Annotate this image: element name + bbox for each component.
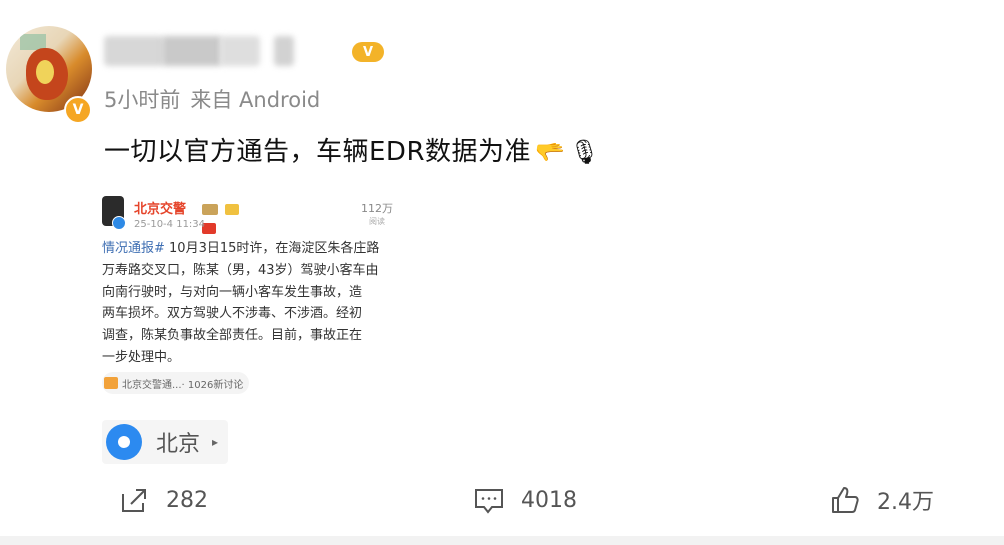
embedded-line: 一步处理中。: [102, 347, 402, 369]
comment-icon: [473, 486, 505, 514]
post-body: 一切以官方通告，车辆EDR数据为准: [104, 137, 532, 167]
embedded-line: 向南行驶时，与对向一辆小客车发生事故，造: [102, 282, 402, 304]
location-tag[interactable]: 北京 ▸: [102, 420, 229, 464]
post-text: 一切以官方通告，车辆EDR数据为准 🫳 🎙: [104, 131, 600, 168]
like-button[interactable]: 2.4万: [829, 484, 934, 516]
avatar-container[interactable]: V: [6, 26, 92, 124]
embedded-topic-footer: 北京交警通... · 1026新讨论: [102, 372, 250, 394]
embedded-line: 两车损坏。双方驾驶人不涉毒、不涉酒。经初: [102, 303, 402, 325]
post-meta: 5小时前 来自 Android: [104, 84, 330, 114]
hand-emoji-icon: 🫳: [535, 138, 566, 166]
share-button[interactable]: 282: [118, 484, 208, 516]
blur-block: [104, 36, 164, 66]
location-label: 北京: [156, 432, 201, 457]
like-icon: [829, 486, 861, 514]
share-icon: [118, 486, 150, 514]
embedded-topic-count: · 1026新讨论: [181, 379, 244, 391]
embedded-line-text: 调查，陈某负事故全部责任。目前，事故正在: [102, 328, 363, 344]
embedded-line: 调查，陈某负事故全部责任。目前，事故正在: [102, 325, 402, 347]
blur-block: [220, 36, 260, 66]
blur-block: [274, 36, 294, 66]
embedded-hashtag[interactable]: 情况通报#: [102, 241, 165, 256]
embedded-line-text: 两车损坏。双方驾驶人不涉毒、不涉酒。经初: [102, 306, 363, 322]
username-blurred[interactable]: V: [104, 36, 384, 68]
embedded-views-label: 阅读: [369, 217, 385, 226]
embedded-line: 情况通报# 10月3日15时许，在海淀区朱各庄路: [102, 238, 402, 260]
post-time: 5小时前: [104, 88, 181, 112]
topic-icon: [104, 377, 118, 389]
chevron-right-icon: ▸: [212, 435, 219, 449]
embedded-line-text: 向南行驶时，与对向一辆小客车发生事故，造: [102, 284, 363, 300]
vip-badge-icon[interactable]: V: [352, 42, 384, 62]
embedded-account-name: 北京交警: [134, 202, 187, 217]
embedded-line-text: 10月3日15时许，在海淀区朱各庄路: [164, 241, 380, 256]
post-source: 来自 Android: [190, 88, 321, 112]
embedded-topic-name: 北京交警通...: [122, 379, 182, 391]
embedded-verified-icon: [112, 216, 126, 230]
embedded-line-text: 万寿路交叉口，陈某（男，43岁）驾驶小客车由: [102, 262, 379, 278]
divider: [0, 536, 1004, 545]
embedded-views: 112万 阅读: [357, 202, 397, 228]
location-pin-icon: [106, 424, 142, 460]
level-icon: [225, 204, 240, 215]
share-count: 282: [166, 487, 208, 513]
blur-block: [162, 36, 222, 66]
embedded-line: 万寿路交叉口，陈某（男，43岁）驾驶小客车由: [102, 260, 402, 282]
verified-v-icon: V: [64, 96, 92, 124]
embedded-image[interactable]: 北京交警 25-10-4 11:34 112万 阅读 情况通报# 10月3日15…: [102, 188, 404, 410]
comment-count: 4018: [521, 487, 577, 513]
embedded-date: 25-10-4 11:34: [134, 219, 206, 230]
comment-button[interactable]: 4018: [473, 484, 577, 516]
avatar-shape-highlight: [36, 60, 54, 84]
embedded-line-text: 一步处理中。: [102, 349, 181, 365]
like-count: 2.4万: [877, 490, 934, 515]
microphone-emoji-icon: 🎙: [569, 138, 601, 166]
embedded-body: 情况通报# 10月3日15时许，在海淀区朱各庄路 万寿路交叉口，陈某（男，43岁…: [102, 238, 402, 369]
embedded-badges: [202, 200, 254, 234]
crown-icon: [202, 204, 218, 215]
embedded-views-count: 112万: [361, 202, 393, 215]
